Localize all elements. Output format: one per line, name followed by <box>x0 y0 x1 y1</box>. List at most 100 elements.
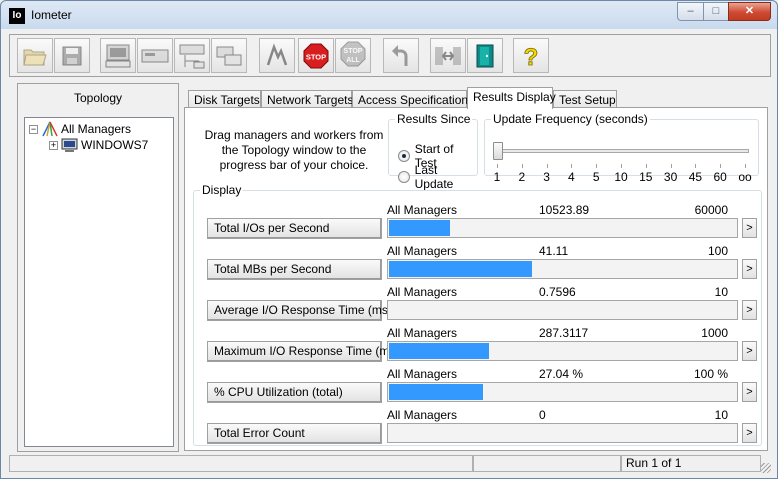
maximize-button[interactable]: □ <box>703 2 728 21</box>
metric-scope: All Managers <box>387 203 458 217</box>
metric-max: 60000 <box>694 203 728 217</box>
metric-max: 1000 <box>701 326 728 340</box>
metric-max: 100 <box>707 244 728 258</box>
metric-progress-bar[interactable] <box>387 341 738 361</box>
minimize-button[interactable]: – <box>677 2 703 21</box>
metric-select-button[interactable]: Total Error Count <box>207 423 382 444</box>
metric-scope: All Managers <box>387 244 458 258</box>
stop-icon: STOP <box>303 43 329 68</box>
tree-label-all-managers: All Managers <box>61 122 132 136</box>
radio-selected-icon[interactable] <box>398 150 410 162</box>
update-frequency-legend: Update Frequency (seconds) <box>493 112 648 126</box>
metric-scope: All Managers <box>387 367 458 381</box>
new-disk-worker-button[interactable] <box>100 38 136 73</box>
reset-workers-button[interactable] <box>383 38 419 73</box>
metric-progress-bar[interactable] <box>387 218 738 238</box>
svg-text:ALL: ALL <box>346 57 360 64</box>
status-bar: Run 1 of 1 <box>9 455 771 473</box>
slider-tick <box>720 164 722 168</box>
metric-row: Total Error Count All Managers 0 10 > <box>194 408 763 444</box>
tree-node-all-managers[interactable]: − All Managers <box>29 121 131 137</box>
tab-results-display[interactable]: Results Display <box>467 87 556 109</box>
metric-progress-fill <box>389 220 450 236</box>
metric-more-button[interactable]: > <box>742 218 757 238</box>
metric-value: 10523.89 <box>539 203 590 217</box>
update-frequency-group: Update Frequency (seconds) 1 2 3 4 5 10 15 30 45… <box>484 112 759 184</box>
expand-icon[interactable]: + <box>49 140 58 150</box>
metric-select-button[interactable]: Average I/O Response Time (ms) <box>207 300 392 321</box>
metric-value: 27.04 % <box>539 367 584 381</box>
results-since-group: Results Since Start of Test Last Update <box>388 112 478 191</box>
stop-button[interactable]: STOP <box>298 38 334 73</box>
new-disk-worker-icon <box>105 44 131 67</box>
save-config-button[interactable] <box>54 38 90 73</box>
start-tests-button[interactable] <box>259 38 295 73</box>
results-since-legend: Results Since <box>397 112 471 126</box>
metric-scope: All Managers <box>387 408 458 422</box>
metric-more-button[interactable]: > <box>742 300 757 320</box>
new-network-worker-button[interactable] <box>137 38 173 73</box>
duplicate-worker-icon <box>216 46 242 65</box>
about-button[interactable]: ? <box>513 38 549 73</box>
tree-node-windows7[interactable]: + WINDOWS7 <box>49 137 148 153</box>
metric-progress-bar[interactable] <box>387 423 738 443</box>
topology-tree[interactable]: − All Managers + WINDOWS7 <box>24 117 174 447</box>
svg-text:?: ? <box>524 44 539 69</box>
computer-icon <box>61 138 78 152</box>
slider-tick <box>745 164 746 168</box>
metric-progress-bar[interactable] <box>387 300 738 320</box>
close-button[interactable]: ✕ <box>728 2 771 21</box>
metric-more-button[interactable]: > <box>742 382 757 402</box>
duplicate-worker-button[interactable] <box>211 38 247 73</box>
metric-value: 287.3117 <box>539 326 589 340</box>
metric-row: % CPU Utilization (total) All Managers 27.… <box>194 367 763 403</box>
topology-panel: Topology − All Managers + WINDOWS7 <box>17 83 179 452</box>
metric-more-button[interactable]: > <box>742 259 757 279</box>
collapse-icon[interactable]: − <box>29 124 38 134</box>
slider-tick <box>546 164 548 168</box>
metric-row: Average I/O Response Time (ms) All Manage… <box>194 285 763 321</box>
tree-label-windows7: WINDOWS7 <box>81 138 149 152</box>
metric-select-button[interactable]: Total MBs per Second <box>207 259 382 280</box>
about-icon: ? <box>523 43 539 69</box>
slider-ticks <box>497 164 749 168</box>
app-window: Io Iometer – □ ✕ STOP STOP ALL ? Topolog… <box>0 0 778 479</box>
slider-tick <box>596 164 598 168</box>
exit-button[interactable] <box>467 38 503 73</box>
radio-unselected-icon[interactable] <box>398 171 410 183</box>
metric-more-button[interactable]: > <box>742 423 757 443</box>
open-config-icon <box>23 49 47 65</box>
metric-row: Maximum I/O Response Time (ms) All Manage… <box>194 326 763 362</box>
slider-thumb[interactable] <box>493 142 503 160</box>
title-bar[interactable]: Io Iometer – □ ✕ <box>1 1 777 30</box>
metric-scope: All Managers <box>387 326 458 340</box>
new-manager-icon <box>179 44 205 68</box>
metric-row: Total I/Os per Second All Managers 10523.8… <box>194 203 763 239</box>
status-run: Run 1 of 1 <box>621 455 761 472</box>
exit-icon <box>476 44 494 67</box>
svg-text:STOP: STOP <box>344 48 363 55</box>
metric-select-button[interactable]: Maximum I/O Response Time (ms) <box>207 341 399 362</box>
toolbar: STOP STOP ALL ? <box>9 34 771 77</box>
metric-select-button[interactable]: Total I/Os per Second <box>207 218 382 239</box>
new-manager-button[interactable] <box>174 38 210 73</box>
exit-manager-button[interactable] <box>430 38 466 73</box>
slider-tick <box>645 164 647 168</box>
window-title: Iometer <box>31 8 72 22</box>
new-network-worker-icon <box>141 49 169 62</box>
stop-all-button[interactable]: STOP ALL <box>335 38 371 73</box>
status-pane-1 <box>9 455 473 472</box>
metric-more-button[interactable]: > <box>742 341 757 361</box>
metric-max: 10 <box>714 285 728 299</box>
slider-tick <box>621 164 622 168</box>
resize-grip-icon[interactable] <box>761 463 771 473</box>
metric-progress-bar[interactable] <box>387 382 738 402</box>
metric-progress-bar[interactable] <box>387 259 738 279</box>
metric-progress-fill <box>389 343 489 359</box>
topology-title: Topology <box>73 91 123 105</box>
metric-select-button[interactable]: % CPU Utilization (total) <box>207 382 382 403</box>
open-config-button[interactable] <box>17 38 53 73</box>
results-display-page: Drag managers and workers from the Topol… <box>184 107 768 451</box>
start-tests-icon <box>266 42 288 65</box>
update-frequency-slider[interactable] <box>497 149 749 153</box>
